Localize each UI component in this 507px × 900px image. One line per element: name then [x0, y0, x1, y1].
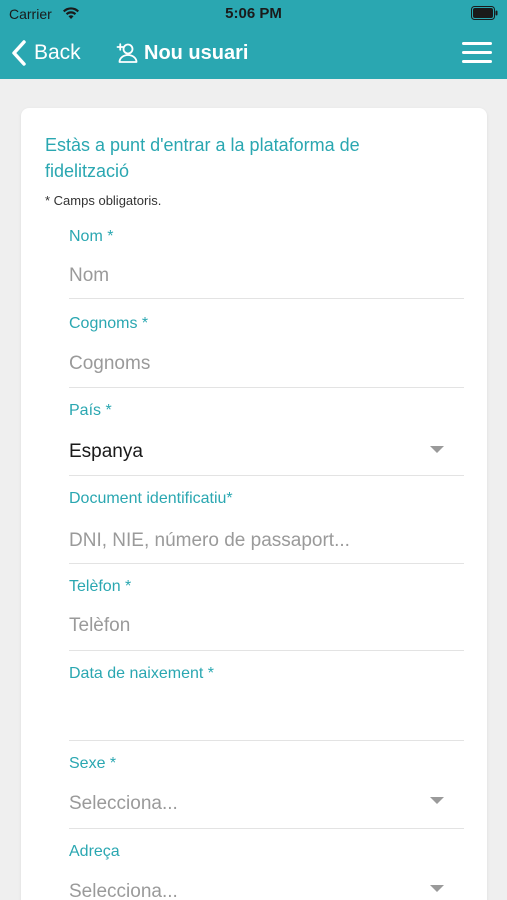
address-label: Adreça: [69, 843, 120, 860]
menu-line-icon: [462, 51, 492, 54]
phone-label: Telèfon *: [69, 578, 132, 595]
last-name-label: Cognoms *: [69, 315, 149, 332]
id-document-input[interactable]: DNI, NIE, número de passaport...: [69, 530, 350, 552]
required-fields-note: * Camps obligatoris.: [45, 193, 162, 208]
page-title-text: Nou usuari: [144, 41, 249, 64]
chevron-down-icon[interactable]: [430, 797, 444, 804]
navigation-bar: Back Nou usuari: [0, 30, 507, 76]
id-document-field[interactable]: Document identificatiu* DNI, NIE, número…: [69, 476, 464, 564]
phone-input[interactable]: Telèfon: [69, 615, 130, 637]
gender-label: Sexe *: [69, 755, 117, 772]
header-bar: Carrier 5:06 PM Back Nou usuari: [0, 0, 507, 79]
add-user-icon: [116, 43, 138, 63]
page-title: Nou usuari: [116, 38, 248, 68]
back-button[interactable]: Back: [10, 36, 81, 70]
menu-line-icon: [462, 42, 492, 45]
address-select[interactable]: Adreça Selecciona...: [69, 829, 464, 900]
back-label: Back: [34, 41, 81, 64]
address-placeholder: Selecciona...: [69, 881, 178, 900]
phone-field[interactable]: Telèfon * Telèfon: [69, 564, 464, 651]
country-label: País *: [69, 402, 112, 419]
chevron-left-icon: [12, 40, 26, 66]
country-select[interactable]: País * Espanya: [69, 388, 464, 476]
status-time: 5:06 PM: [225, 5, 282, 22]
birth-date-field[interactable]: Data de naixement *: [69, 651, 464, 741]
birth-date-label: Data de naixement *: [69, 665, 214, 682]
gender-placeholder: Selecciona...: [69, 793, 178, 814]
menu-line-icon: [462, 60, 492, 63]
chevron-down-icon[interactable]: [430, 446, 444, 453]
id-document-label: Document identificatiu*: [69, 490, 233, 507]
battery-icon: [471, 6, 498, 20]
status-bar: Carrier 5:06 PM: [0, 0, 507, 28]
last-name-field[interactable]: Cognoms * Cognoms: [69, 299, 464, 388]
first-name-field[interactable]: Nom * Nom: [69, 223, 464, 299]
gender-select[interactable]: Sexe * Selecciona...: [69, 741, 464, 829]
first-name-input[interactable]: Nom: [69, 265, 109, 287]
form-intro: Estàs a punt d'entrar a la plataforma de…: [45, 135, 360, 181]
country-value: Espanya: [69, 441, 143, 462]
hamburger-menu-button[interactable]: [462, 42, 492, 64]
last-name-input[interactable]: Cognoms: [69, 353, 150, 375]
registration-form-card: Estàs a punt d'entrar a la plataforma de…: [21, 108, 487, 900]
first-name-label: Nom *: [69, 228, 114, 245]
chevron-down-icon[interactable]: [430, 885, 444, 892]
